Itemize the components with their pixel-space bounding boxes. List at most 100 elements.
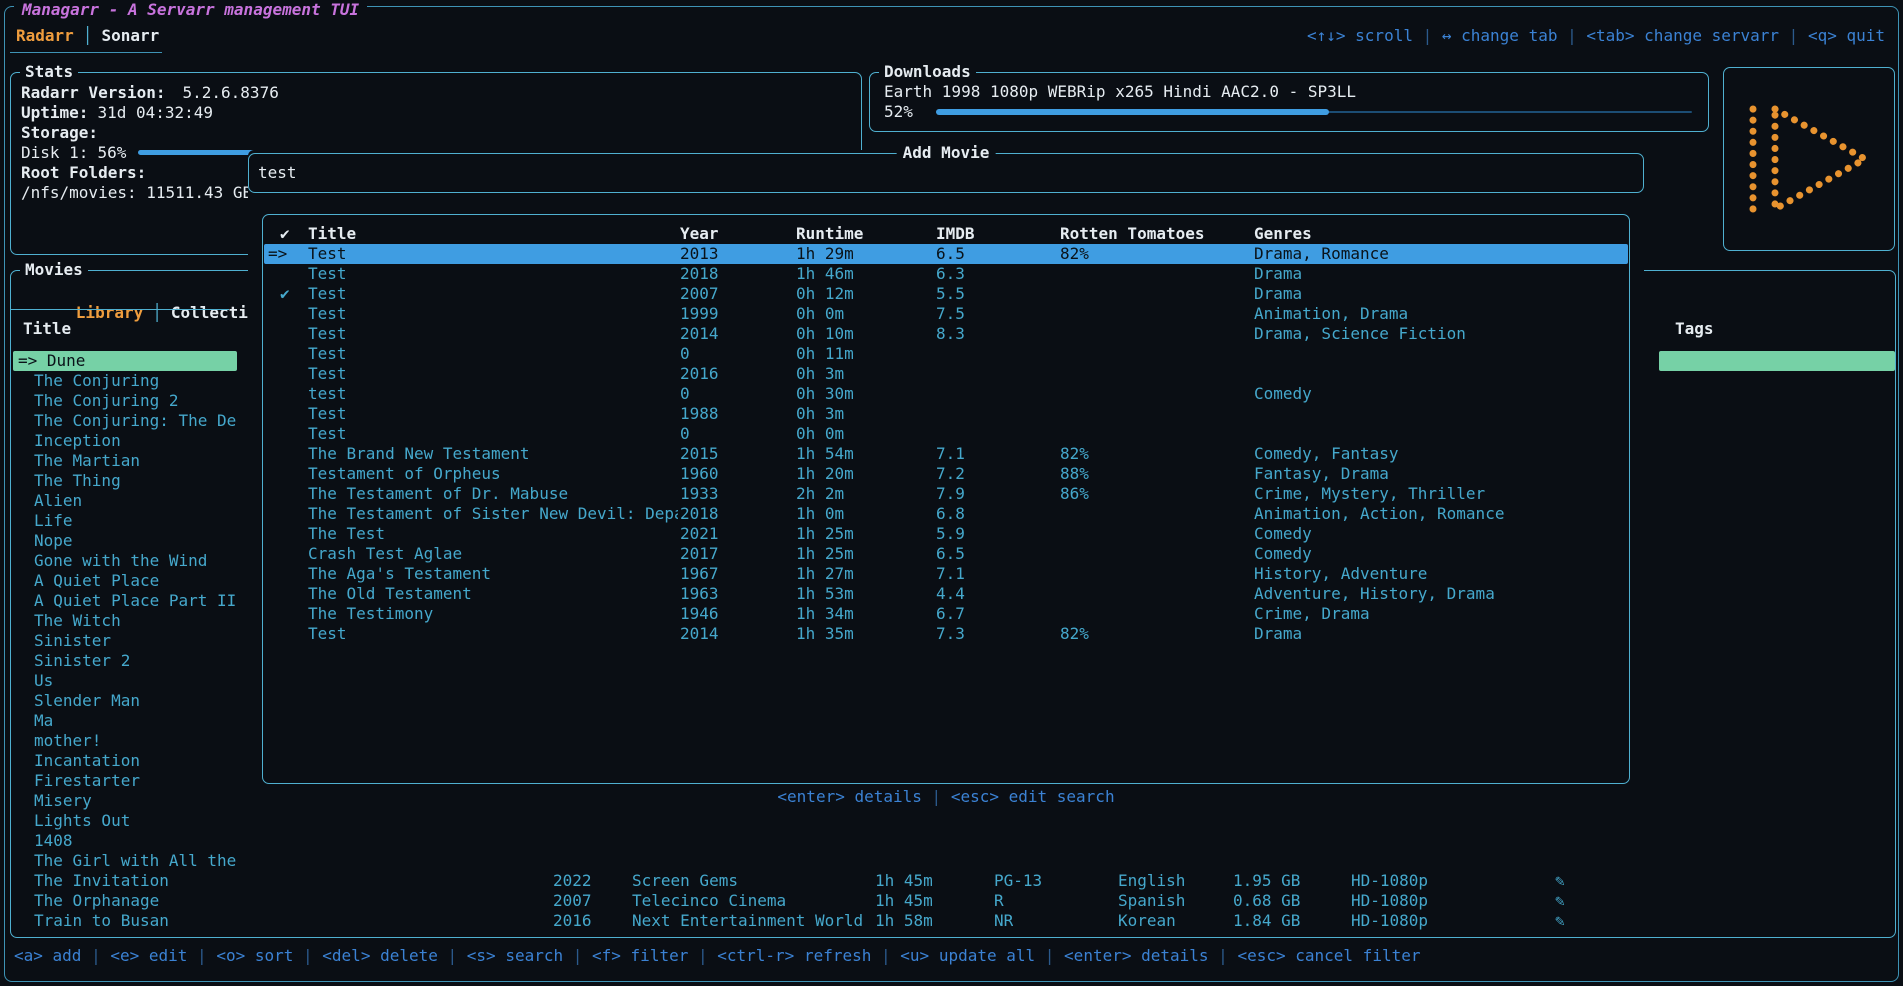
keybind-filter: <f> filter	[592, 946, 688, 965]
result-runtime: 0h 3m	[796, 364, 934, 384]
result-rt	[1060, 344, 1252, 364]
movie-title: The Thing	[13, 471, 237, 491]
result-rt	[1060, 404, 1252, 424]
movie-tags-cell	[1659, 531, 1895, 551]
keybind-separator: |	[922, 787, 951, 806]
download-progress-bar	[936, 111, 1692, 113]
movie-title: The Conjuring 2	[13, 391, 237, 411]
movie-tags-cell	[1659, 411, 1895, 431]
movie-size: 1.84 GB	[1233, 911, 1300, 931]
stat-version: Radarr Version:5.2.6.8376	[21, 83, 853, 103]
result-row[interactable]: Test19990h 0m7.5Animation, Drama	[264, 304, 1628, 324]
result-row[interactable]: Crash Test Aglae20171h 25m6.5Comedy	[264, 544, 1628, 564]
movie-runtime: 1h 45m	[875, 891, 933, 911]
result-row[interactable]: The Aga's Testament19671h 27m7.1History,…	[264, 564, 1628, 584]
result-genres: Animation, Action, Romance	[1254, 504, 1628, 524]
result-row[interactable]: test00h 30mComedy	[264, 384, 1628, 404]
result-row[interactable]: Test00h 0m	[264, 424, 1628, 444]
result-check	[280, 384, 306, 404]
movie-title: A Quiet Place Part II	[13, 591, 237, 611]
result-check	[280, 564, 306, 584]
movie-title: Us	[13, 671, 237, 691]
result-row[interactable]: Test20140h 10m8.3Drama, Science Fiction	[264, 324, 1628, 344]
tab-library[interactable]: Library	[76, 303, 143, 322]
stat-uptime: Uptime:31d 04:32:49	[21, 103, 853, 123]
result-runtime: 1h 20m	[796, 464, 934, 484]
result-row[interactable]: The Old Testament19631h 53m4.4Adventure,…	[264, 584, 1628, 604]
header-runtime: Runtime	[796, 224, 934, 244]
movie-tags-cell	[1659, 511, 1895, 531]
result-row[interactable]: Testament of Orpheus19601h 20m7.288%Fant…	[264, 464, 1628, 484]
keybind-separator: |	[438, 946, 467, 965]
tag-icon: ✎	[1555, 871, 1565, 891]
result-runtime: 1h 0m	[796, 504, 934, 524]
keybind-separator: |	[1779, 26, 1808, 45]
result-genres: Adventure, History, Drama	[1254, 584, 1628, 604]
result-row[interactable]: The Testament of Dr. Mabuse19332h 2m7.98…	[264, 484, 1628, 504]
movie-row[interactable]: Train to Busan2016Next Entertainment Wor…	[12, 911, 1894, 931]
result-imdb: 7.3	[936, 624, 1058, 644]
result-imdb	[936, 384, 1058, 404]
movie-row[interactable]: The Orphanage2007Telecinco Cinema1h 45mR…	[12, 891, 1894, 911]
keybind-separator: |	[1209, 946, 1238, 965]
keybind-delete: <del> delete	[322, 946, 438, 965]
stat-version-value: 5.2.6.8376	[183, 83, 279, 102]
result-genres: Drama, Science Fiction	[1254, 324, 1628, 344]
result-row[interactable]: The Test20211h 25m5.9Comedy	[264, 524, 1628, 544]
result-row[interactable]: Test20141h 35m7.382%Drama	[264, 624, 1628, 644]
result-genres: Comedy	[1254, 544, 1628, 564]
movie-title: Incantation	[13, 751, 237, 771]
result-row[interactable]: =>Test20131h 29m6.582%Drama, Romance	[264, 244, 1628, 264]
stats-panel-title: Stats	[20, 62, 78, 82]
result-check	[280, 544, 306, 564]
result-row[interactable]: The Brand New Testament20151h 54m7.182%C…	[264, 444, 1628, 464]
result-year: 2015	[680, 444, 792, 464]
result-check	[280, 464, 306, 484]
column-header-tags: Tags	[1675, 319, 1714, 339]
result-runtime: 1h 25m	[796, 524, 934, 544]
movie-tags-cell	[1659, 391, 1895, 411]
stat-disk-percent: 56%	[97, 143, 126, 162]
movie-row[interactable]: The Invitation2022Screen Gems1h 45mPG-13…	[12, 871, 1894, 891]
result-title: test	[308, 384, 678, 404]
movie-tags-cell	[1659, 451, 1895, 471]
result-genres	[1254, 364, 1628, 384]
result-year: 2018	[680, 264, 792, 284]
result-row[interactable]: The Testament of Sister New Devil: Depar…	[264, 504, 1628, 524]
movie-tags-cell	[1659, 651, 1895, 671]
movie-tags-cell	[1659, 731, 1895, 751]
result-check	[280, 584, 306, 604]
result-title: Crash Test Aglae	[308, 544, 678, 564]
results-rows: =>Test20131h 29m6.582%Drama, RomanceTest…	[264, 244, 1628, 644]
movie-title: Firestarter	[13, 771, 237, 791]
keybind-refresh: <ctrl-r> refresh	[717, 946, 871, 965]
movie-tags-cell	[1659, 371, 1895, 391]
result-row[interactable]: ✔Test20070h 12m5.5Drama	[264, 284, 1628, 304]
movie-tags-cell	[1659, 791, 1895, 811]
search-input[interactable]: Add Movie test	[248, 153, 1644, 193]
movie-language: English	[1118, 871, 1185, 891]
result-year: 1963	[680, 584, 792, 604]
result-check	[280, 604, 306, 624]
result-runtime: 1h 46m	[796, 264, 934, 284]
movie-title: Life	[13, 511, 237, 531]
servarr-tabs: Radarr│Sonarr	[16, 26, 159, 46]
tab-radarr[interactable]: Radarr	[16, 26, 74, 45]
result-row[interactable]: Test20181h 46m6.3Drama	[264, 264, 1628, 284]
result-row[interactable]: Test00h 11m	[264, 344, 1628, 364]
movie-studio: Next Entertainment World	[632, 911, 863, 931]
header-genres: Genres	[1254, 224, 1628, 244]
result-row[interactable]: The Testimony19461h 34m6.7Crime, Drama	[264, 604, 1628, 624]
movie-tags-cell	[1659, 351, 1895, 371]
result-row[interactable]: Test19880h 3m	[264, 404, 1628, 424]
movie-year: 2007	[553, 891, 592, 911]
movie-title: Ma	[13, 711, 237, 731]
movie-rating: PG-13	[994, 871, 1042, 891]
tab-sonarr[interactable]: Sonarr	[101, 26, 159, 45]
result-runtime: 2h 2m	[796, 484, 934, 504]
result-check	[280, 424, 306, 444]
result-year: 2017	[680, 544, 792, 564]
result-year: 0	[680, 344, 792, 364]
result-row[interactable]: Test20160h 3m	[264, 364, 1628, 384]
result-genres: Drama	[1254, 284, 1628, 304]
